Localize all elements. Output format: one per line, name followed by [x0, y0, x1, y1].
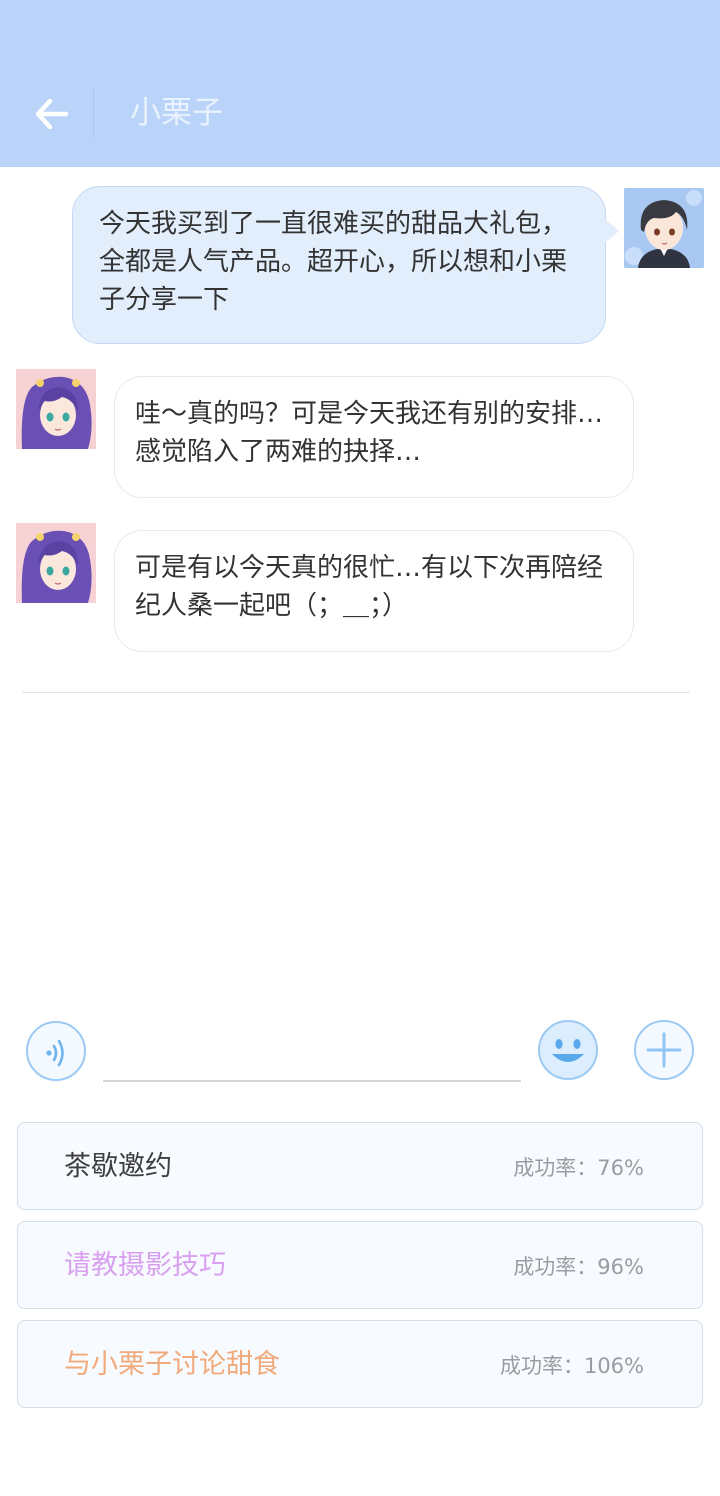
message-bubble-player: 今天我买到了一直很难买的甜品大礼包，全都是人气产品。超开心，所以想和小栗子分享一…	[72, 186, 619, 344]
success-rate: 成功率：76%	[513, 1156, 644, 1180]
option-label: 与小栗子讨论甜食	[64, 1349, 280, 1380]
voice-icon[interactable]	[25, 1020, 87, 1082]
message-bubble-xiaolizi: 可是有以今天真的很忙…有以下次再陪经纪人桑一起吧（；＿；）	[114, 530, 634, 652]
option-label: 请教摄影技巧	[64, 1250, 226, 1281]
option-button[interactable]: 与小栗子讨论甜食 成功率：106%	[17, 1320, 703, 1408]
message-text: 哇～真的吗？可是今天我还有别的安排…感觉陷入了两难的抉择…	[135, 399, 604, 467]
message-text: 可是有以今天真的很忙…有以下次再陪经纪人桑一起吧（；＿；）	[135, 553, 604, 621]
xiaolizi-avatar	[16, 369, 96, 449]
option-button[interactable]: 请教摄影技巧 成功率：96%	[17, 1221, 703, 1309]
bubble-tail	[605, 219, 619, 243]
back-arrow-icon[interactable]	[30, 92, 74, 136]
top-bar: 小栗子	[0, 0, 720, 167]
success-rate: 成功率：106%	[499, 1354, 644, 1378]
message-bubble-xiaolizi: 哇～真的吗？可是今天我还有别的安排…感觉陷入了两难的抉择…	[114, 376, 634, 498]
chat-divider	[22, 692, 690, 693]
message-text: 今天我买到了一直很难买的甜品大礼包，全都是人气产品。超开心，所以想和小栗子分享一…	[99, 209, 568, 315]
xiaolizi-avatar	[16, 523, 96, 603]
option-button[interactable]: 茶歇邀约 成功率：76%	[17, 1122, 703, 1210]
emoji-icon[interactable]	[536, 1018, 600, 1082]
success-rate: 成功率：96%	[513, 1255, 644, 1279]
option-label: 茶歇邀约	[64, 1151, 172, 1182]
header-divider	[93, 90, 94, 138]
player-avatar	[624, 188, 704, 268]
chat-title: 小栗子	[130, 95, 223, 131]
message-input[interactable]	[103, 1030, 521, 1082]
plus-icon[interactable]	[633, 1019, 695, 1081]
